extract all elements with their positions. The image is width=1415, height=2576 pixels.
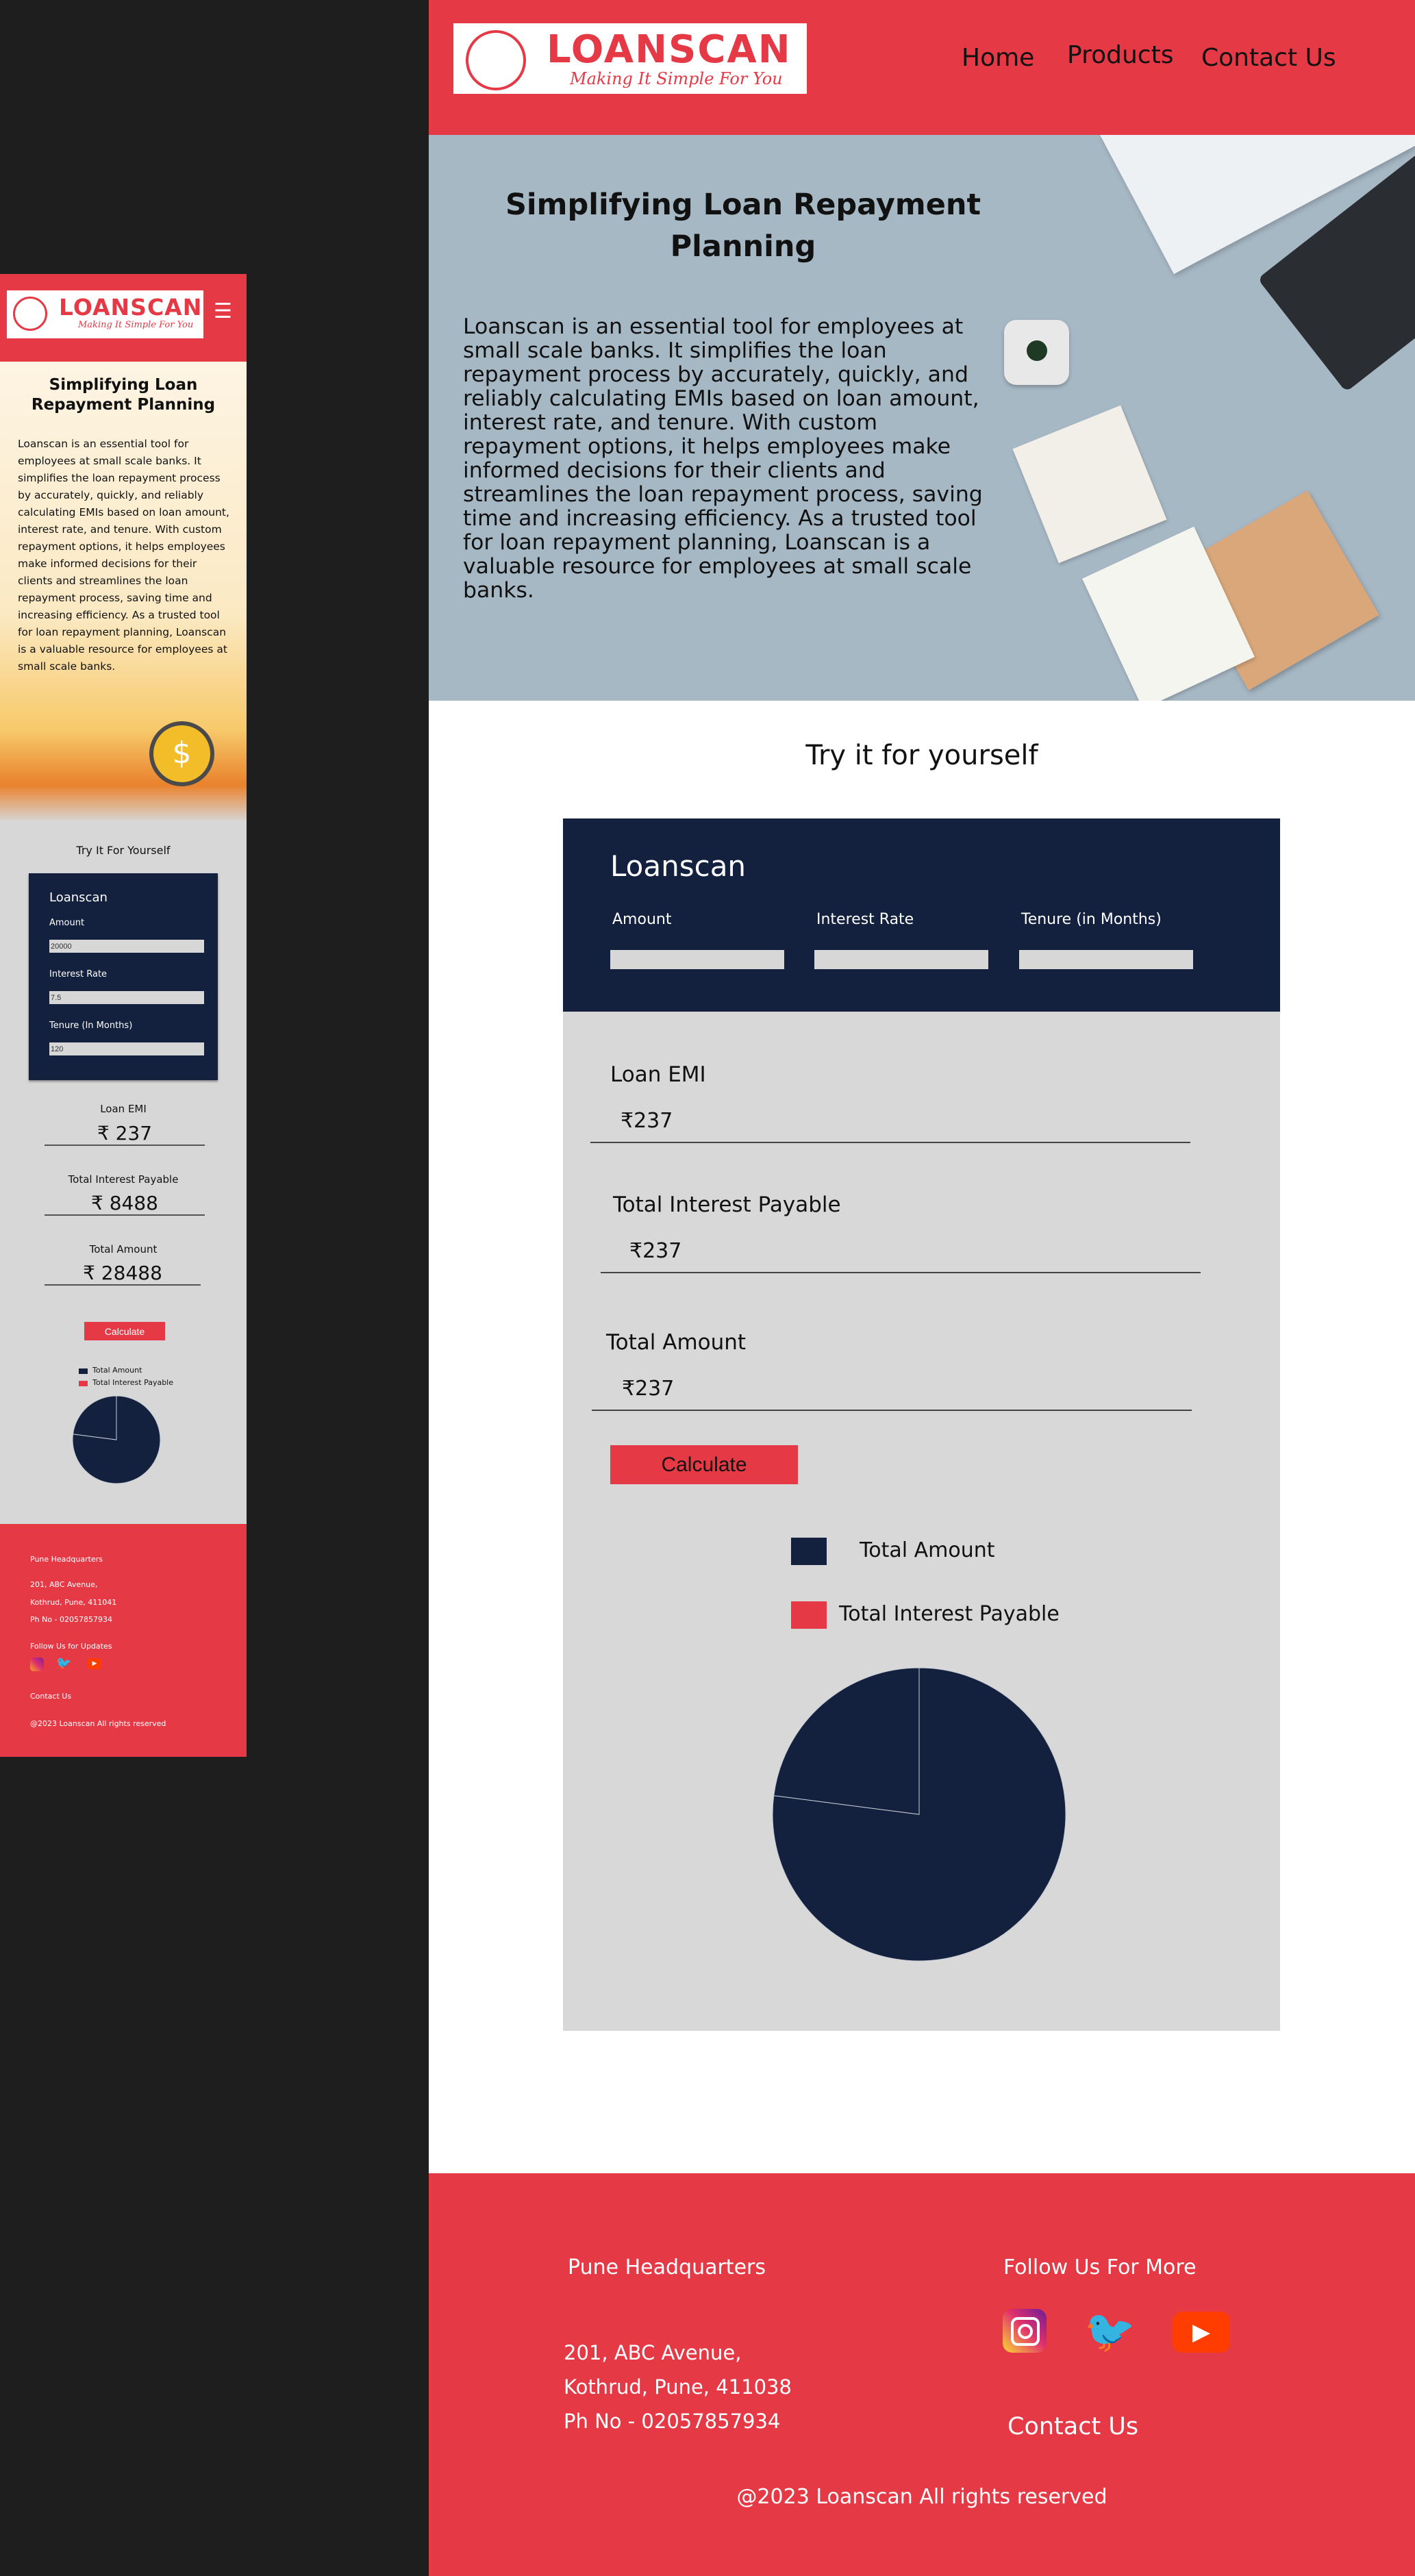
amount-input[interactable] — [49, 940, 204, 953]
calculator-header: Loanscan Amount Interest Rate Tenure (in… — [563, 818, 1280, 1012]
mobile-header: LOANSCAN Making It Simple For You ☰ — [0, 274, 247, 362]
legend-total-amount: Total Amount — [92, 1366, 142, 1375]
desktop-hero: Simplifying Loan Repayment Planning Loan… — [429, 135, 1415, 701]
tenure-label: Tenure (In Months) — [49, 1021, 133, 1031]
amount-label: Amount — [49, 918, 85, 928]
logo-tagline: Making It Simple For You — [570, 69, 783, 88]
legend-total-interest: Total Interest Payable — [92, 1378, 174, 1387]
mobile-preview: LOANSCAN Making It Simple For You ☰ Simp… — [0, 274, 247, 1757]
total-amount-value: ₹ 28488 — [45, 1262, 201, 1286]
youtube-icon[interactable]: ▶ — [88, 1658, 101, 1669]
logo-wordmark: LOANSCAN — [547, 27, 792, 72]
interest-rate-input[interactable] — [49, 991, 204, 1004]
instagram-icon[interactable] — [30, 1658, 44, 1671]
total-interest-value: ₹237 — [601, 1239, 1201, 1273]
total-amount-label: Total Amount — [89, 1243, 158, 1255]
footer-follow: Follow Us for Updates — [30, 1642, 112, 1651]
hero-title: Simplifying Loan Repayment Planning — [505, 188, 981, 264]
mobile-footer: Pune Headquarters 201, ABC Avenue, Kothr… — [0, 1524, 247, 1757]
mobile-logo[interactable]: LOANSCAN Making It Simple For You — [7, 290, 203, 338]
interest-rate-label: Interest Rate — [816, 911, 914, 928]
amount-input[interactable] — [610, 950, 784, 969]
footer-phone: Ph No - 02057857934 — [30, 1615, 113, 1624]
footer-hq-title: Pune Headquarters — [30, 1555, 103, 1564]
loan-emi-value: ₹ 237 — [45, 1122, 205, 1146]
loan-emi-value: ₹237 — [590, 1109, 1190, 1143]
card-stack-image — [1012, 405, 1167, 564]
desktop-footer: Pune Headquarters 201, ABC Avenue, Kothr… — [429, 2173, 1415, 2576]
money-clock-illustration: $ — [149, 721, 214, 786]
mobile-pie-chart — [72, 1396, 161, 1484]
twitter-icon[interactable]: 🐦 — [56, 1656, 71, 1671]
desktop-page: LOANSCAN Making It Simple For You Home P… — [429, 0, 1415, 2576]
nav-products[interactable]: Products — [1067, 41, 1173, 69]
desktop-pie-chart — [772, 1668, 1066, 1962]
total-interest-label: Total Interest Payable — [68, 1173, 179, 1186]
legend-total-amount: Total Amount — [860, 1538, 995, 1562]
legend-swatch-total-interest — [79, 1381, 88, 1386]
nav-contact-us[interactable]: Contact Us — [1201, 44, 1336, 72]
footer-copyright: @2023 Loanscan All rights reserved — [30, 1719, 166, 1728]
calculator-title: Loanscan — [610, 849, 747, 883]
footer-address-line1: 201, ABC Avenue, — [564, 2341, 742, 2364]
loan-emi-label: Loan EMI — [100, 1103, 147, 1115]
footer-follow: Follow Us For More — [1003, 2255, 1197, 2279]
hamburger-menu-icon[interactable]: ☰ — [214, 301, 234, 322]
footer-address-line2: Kothrud, Pune, 411041 — [30, 1598, 117, 1607]
logo-wordmark: LOANSCAN — [59, 294, 203, 321]
footer-contact-link[interactable]: Contact Us — [30, 1692, 71, 1701]
mobile-hero: Simplifying Loan Repayment Planning Loan… — [0, 362, 247, 822]
tenure-input[interactable] — [1019, 950, 1193, 969]
succulent-image — [1027, 340, 1047, 361]
total-interest-value: ₹ 8488 — [45, 1192, 205, 1216]
footer-hq-title: Pune Headquarters — [568, 2255, 766, 2279]
footer-address-line1: 201, ABC Avenue, — [30, 1580, 98, 1589]
tenure-input[interactable] — [49, 1042, 204, 1055]
calculate-button[interactable]: Calculate — [84, 1322, 165, 1340]
tenure-label: Tenure (in Months) — [1021, 911, 1162, 928]
hero-text: Loanscan is an essential tool for employ… — [18, 438, 229, 673]
desktop-header: LOANSCAN Making It Simple For You Home P… — [429, 0, 1415, 135]
calculate-button[interactable]: Calculate — [610, 1445, 798, 1484]
pie-slice-total-interest-payable — [72, 1396, 117, 1440]
legend-swatch-total-interest — [791, 1601, 827, 1629]
total-interest-label: Total Interest Payable — [613, 1192, 841, 1217]
legend-total-interest: Total Interest Payable — [839, 1602, 1060, 1626]
desktop-calculator-card: Loanscan Amount Interest Rate Tenure (in… — [563, 818, 1280, 2031]
mobile-calculator-card: Loanscan Amount Interest Rate Tenure (In… — [29, 873, 218, 1080]
footer-copyright: @2023 Loanscan All rights reserved — [736, 2485, 1107, 2509]
interest-rate-input[interactable] — [814, 950, 988, 969]
twitter-icon[interactable]: 🐦 — [1084, 2308, 1136, 2355]
calculator-title: Loanscan — [49, 890, 108, 905]
footer-address-line2: Kothrud, Pune, 411038 — [564, 2375, 792, 2399]
try-heading: Try It For Yourself — [76, 844, 171, 857]
loan-emi-label: Loan EMI — [610, 1062, 706, 1087]
instagram-icon[interactable] — [1003, 2309, 1047, 2353]
pie-slice-total-interest-payable — [773, 1668, 920, 1815]
legend-swatch-total-amount — [79, 1368, 88, 1374]
interest-rate-label: Interest Rate — [49, 969, 108, 979]
desktop-logo[interactable]: LOANSCAN Making It Simple For You — [453, 23, 807, 94]
try-heading: Try it for yourself — [805, 740, 1038, 771]
total-amount-value: ₹237 — [592, 1377, 1192, 1411]
youtube-icon[interactable]: ▶ — [1173, 2312, 1230, 2353]
nav-home[interactable]: Home — [962, 44, 1034, 72]
hero-title: Simplifying Loan Repayment Planning — [31, 376, 216, 414]
footer-phone: Ph No - 02057857934 — [564, 2410, 781, 2433]
footer-contact-link[interactable]: Contact Us — [1007, 2413, 1138, 2440]
legend-swatch-total-amount — [791, 1538, 827, 1565]
total-amount-label: Total Amount — [606, 1330, 747, 1355]
logo-tagline: Making It Simple For You — [78, 320, 194, 330]
hero-text: Loanscan is an essential tool for employ… — [463, 314, 983, 603]
amount-label: Amount — [612, 911, 672, 928]
